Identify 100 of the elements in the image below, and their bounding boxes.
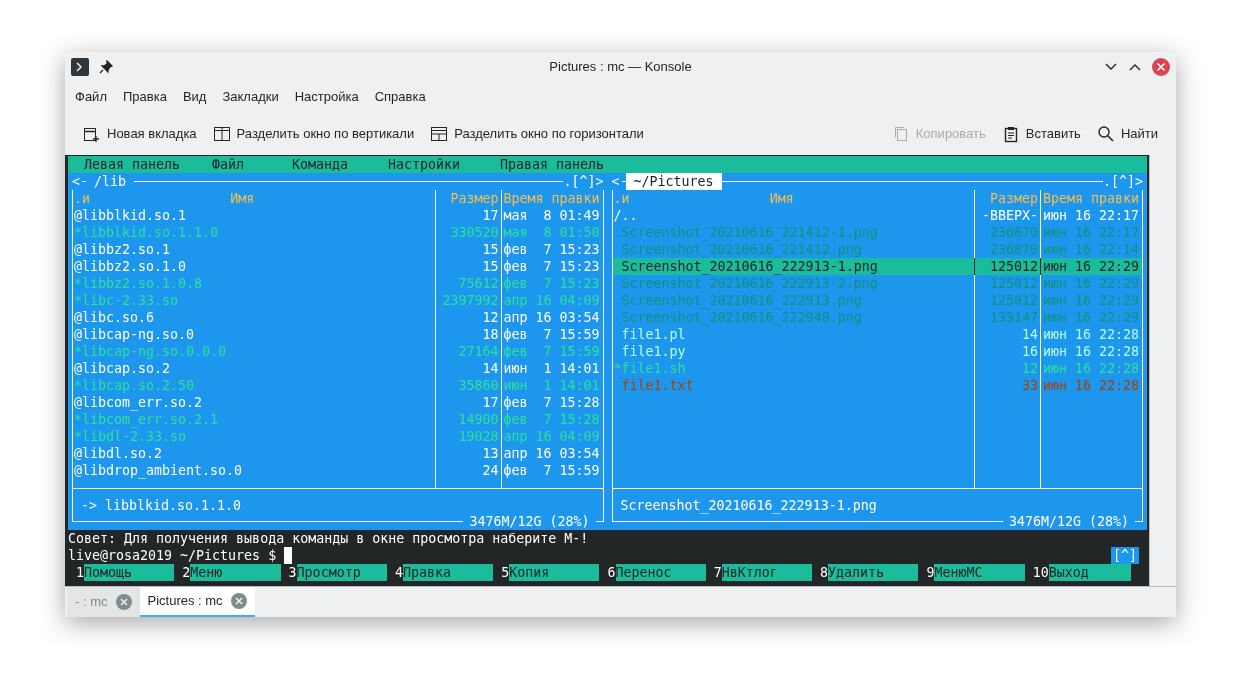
function-key-button[interactable]: Копия [509,564,600,581]
file-size: 2397992 [442,292,499,309]
panel-path: ~/Pictures [625,173,722,190]
menu-item[interactable]: Команда [292,157,349,172]
menu-item[interactable]: Левая панель [84,157,181,172]
file-name[interactable]: *file1.sh [613,361,686,376]
file-name[interactable]: *libdl-2.33.so [74,429,187,444]
file-name[interactable]: file1.pl [621,327,686,342]
file-size: 19028 [458,428,499,445]
column-header[interactable]: .и [613,190,630,207]
file-name[interactable]: file1.py [621,344,686,359]
file-name[interactable]: *libblkid.so.1.1.0 [74,225,219,240]
file-size: 75612 [458,275,499,292]
file-name[interactable]: @libbz2.so.1.0 [74,259,187,274]
file-size: 18 [482,326,499,343]
file-size: 15 [482,258,499,275]
menu-item[interactable]: Правка [116,84,173,110]
toolbar-button[interactable]: Разделить окно по горизонтали [424,119,650,148]
file-name[interactable]: *libcap.so.2.50 [74,378,195,393]
toolbar-button[interactable]: Новая вкладка [77,119,203,148]
panel-corner[interactable]: .[^]> [1102,173,1143,190]
menu-item[interactable]: Вид [176,84,213,110]
function-key-button[interactable]: Меню [190,564,281,581]
mini-status: Screenshot_20210616_222913-1.png [620,496,877,514]
function-key-button[interactable]: Просмотр [296,564,387,581]
file-size: 236870 [989,224,1038,241]
column-header[interactable]: Размер [989,190,1038,207]
prompt-flag[interactable]: [^] [1110,547,1139,564]
file-time: фев 7 15:59 [503,327,600,342]
function-key-button[interactable]: Выход [1048,564,1131,581]
file-name[interactable]: *libcom_err.so.2.1 [74,412,219,427]
key-number: 6 [607,564,616,581]
menu-item[interactable]: Закладки [216,84,285,110]
tab[interactable]: Pictures : mc [139,587,255,617]
menu-item[interactable]: Правая панель [500,157,605,172]
toolbar-button[interactable]: Найти [1090,119,1164,148]
file-name[interactable]: *libc-2.33.so [74,293,179,308]
hint-text: Совет: Для получения вывода команды в окне просмотра наберите M-! [68,530,590,547]
file-name[interactable]: @libcap-ng.so.0 [74,327,195,342]
file-time: июн 16 22:28 [1043,378,1140,393]
column-header[interactable]: Имя [769,190,794,207]
split-horizontal-icon [430,124,449,143]
pin-icon[interactable] [99,60,113,74]
file-name[interactable]: @libbz2.so.1 [74,242,171,257]
function-key-button[interactable]: Удалить [828,564,919,581]
column-header[interactable]: Время правки [503,190,600,207]
file-name[interactable]: @libc.so.6 [74,310,155,325]
menu-item[interactable]: Настройка [288,84,365,110]
column-header[interactable]: Размер [450,190,499,207]
column-header[interactable]: .и [74,190,90,207]
file-time: апр 16 03:54 [503,310,600,325]
function-key-button[interactable]: НвКтлог [721,564,813,581]
search-icon [1096,124,1115,143]
selected-file-row[interactable]: Screenshot_20210616_222913-1.png 125012 июн 16 22:29 [612,258,1142,275]
file-time: июн 1 14:01 [503,361,600,376]
function-key-button[interactable]: Перенос [615,564,706,581]
file-name[interactable]: *libcap-ng.so.0.0.0 [74,344,227,359]
file-time: фев 7 15:59 [503,463,600,478]
menu-item[interactable]: Файл [69,84,113,110]
tab[interactable]: - : mc [67,587,140,617]
menu-item[interactable]: Справка [368,84,432,110]
key-number: 5 [501,564,510,581]
key-number: 4 [394,564,403,581]
function-key-button[interactable]: Помощь [84,564,175,581]
file-size: 15 [482,241,499,258]
panel-corner[interactable]: .[^]> [563,173,604,190]
file-name[interactable]: @libblkid.so.1 [74,208,187,223]
terminal-icon [71,58,89,76]
file-name[interactable]: @libcap.so.2 [74,361,171,376]
file-name[interactable]: @libdrop_ambient.so.0 [74,463,243,478]
file-name[interactable]: file1.txt [621,378,694,393]
file-name[interactable]: *libbz2.so.1.0.8 [74,276,203,291]
close-icon[interactable] [1152,58,1170,76]
column-header[interactable]: Время правки [1043,190,1140,207]
menu-item[interactable]: Файл [212,157,245,172]
file-time: фев 7 15:59 [503,344,600,359]
file-name[interactable]: @libdl.so.2 [74,446,163,461]
file-size: 236870 [989,241,1038,258]
toolbar-button[interactable]: Вставить [995,119,1087,148]
file-name[interactable]: /.. [613,208,638,223]
toolbar-button[interactable]: Разделить окно по вертикали [206,119,421,148]
key-number: 3 [288,564,297,581]
function-key-button[interactable]: МенюМС [934,564,1025,581]
file-time: июн 16 22:28 [1043,344,1140,359]
file-name[interactable]: @libcom_err.so.2 [74,395,203,410]
menu-item[interactable]: Настройки [388,157,461,172]
close-icon[interactable] [115,594,132,610]
close-icon[interactable] [230,593,247,609]
file-time: июн 16 22:29 [1043,259,1140,274]
key-number: 9 [926,564,935,581]
column-header[interactable]: Имя [230,190,255,207]
panel-path: /lib [86,173,135,190]
file-time: июн 16 22:28 [1043,361,1140,376]
file-time: мая 8 01:50 [503,225,600,240]
file-time: июн 16 22:14 [1043,242,1140,257]
file-size: 330520 [450,224,499,241]
mini-status: -> libblkid.so.1.1.0 [81,496,242,514]
split-vertical-icon [212,124,231,143]
file-time: фев 7 15:23 [503,259,600,274]
file-time: апр 16 04:09 [503,429,600,444]
